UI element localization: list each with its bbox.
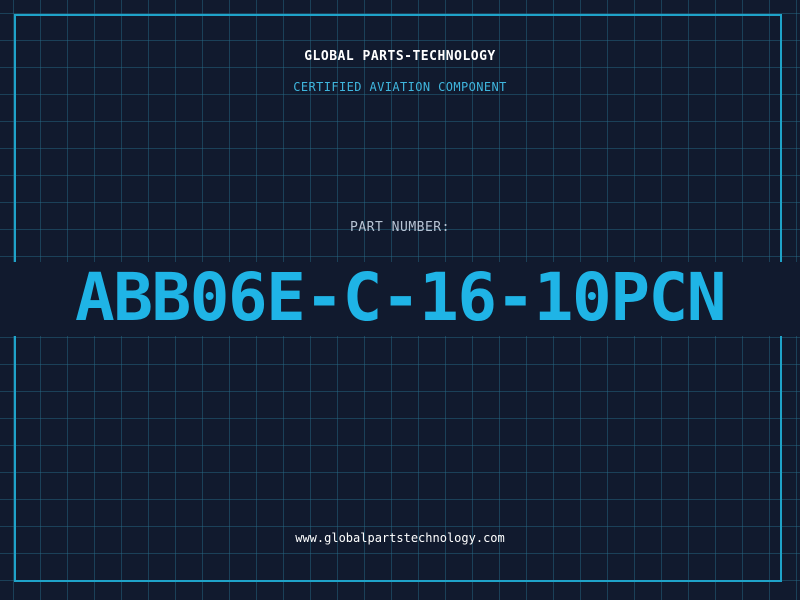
tagline: CERTIFIED AVIATION COMPONENT <box>293 80 507 94</box>
website-url: www.globalpartstechnology.com <box>295 531 505 545</box>
brand-name: GLOBAL PARTS-TECHNOLOGY <box>304 49 496 64</box>
part-number-label: PART NUMBER: <box>350 220 450 235</box>
part-card: GLOBAL PARTS-TECHNOLOGY CERTIFIED AVIATI… <box>0 0 800 600</box>
part-number: ABB06E-C-16-10PCN <box>74 259 727 336</box>
